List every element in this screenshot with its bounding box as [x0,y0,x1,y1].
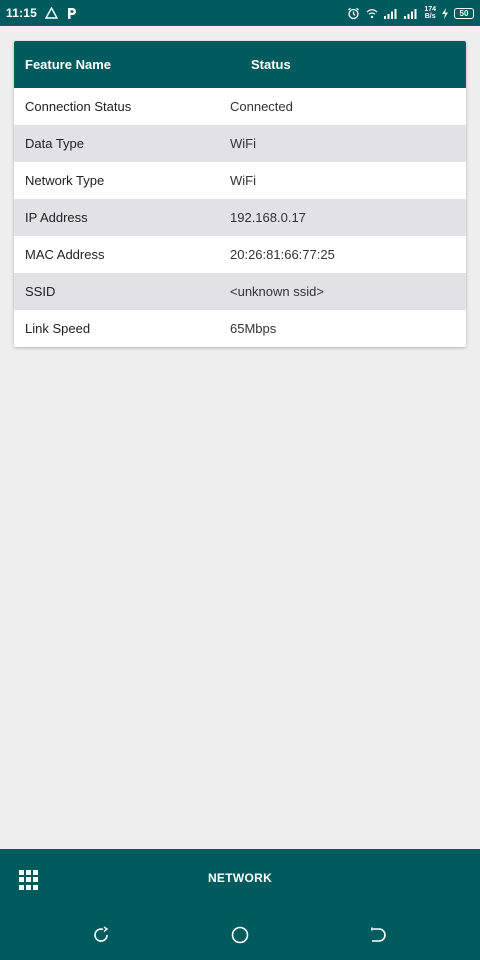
charging-icon [442,7,448,19]
status-bar: 11:15 174 B/s 50 [0,0,480,26]
table-row: MAC Address 20:26:81:66:77:25 [14,236,466,273]
bottom-bar: NETWORK [0,849,480,960]
table-row: Network Type WiFi [14,162,466,199]
signal-icon-2 [404,8,417,19]
table-row: Connection Status Connected [14,88,466,125]
feature-cell: IP Address [25,210,88,225]
network-speed: 174 B/s [424,6,436,20]
feature-cell: MAC Address [25,247,105,262]
header-feature-name: Feature Name [25,57,111,72]
parking-app-icon [68,7,77,19]
home-icon[interactable] [230,925,250,945]
feature-cell: Link Speed [25,321,91,336]
wifi-icon [366,8,378,18]
status-cell: <unknown ssid> [230,284,324,299]
recents-icon[interactable] [91,925,111,945]
table-row: SSID <unknown ssid> [14,273,466,310]
warning-icon [45,7,59,19]
table-row: Link Speed 65Mbps [14,310,466,347]
status-cell: 65Mbps [230,321,277,336]
table-header: Feature Name Status [14,41,466,88]
status-time: 11:15 [6,6,38,20]
system-navigation [0,925,480,945]
feature-cell: Data Type [25,136,85,151]
feature-cell: SSID [25,284,56,299]
back-icon[interactable] [368,925,388,945]
network-info-table: Feature Name Status Connection Status Co… [14,41,466,347]
status-cell: WiFi [230,173,256,188]
signal-icon [384,8,397,19]
table-row: IP Address 192.168.0.17 [14,199,466,236]
table-row: Data Type WiFi [14,125,466,162]
feature-cell: Connection Status [25,99,132,114]
battery-icon: 50 [454,7,474,19]
header-status: Status [251,57,291,72]
status-cell: WiFi [230,136,256,151]
alarm-icon [348,7,360,19]
feature-cell: Network Type [25,173,105,188]
status-cell: 192.168.0.17 [230,210,306,225]
status-cell: Connected [230,99,293,114]
status-cell: 20:26:81:66:77:25 [230,247,335,262]
screen-title: NETWORK [207,871,273,885]
